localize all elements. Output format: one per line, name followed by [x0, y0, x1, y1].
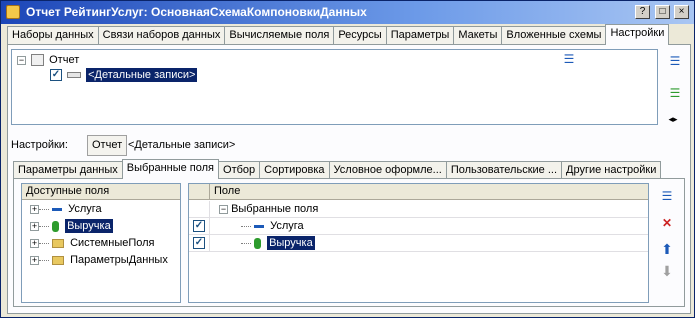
available-field-label: Выручка	[65, 219, 113, 233]
grouping-icon	[67, 72, 82, 79]
tab-data-set-links[interactable]: Связи наборов данных	[97, 26, 226, 45]
report-node-icon	[31, 54, 45, 67]
table-icon[interactable]: ☰	[561, 51, 577, 67]
expand-icon[interactable]: +	[30, 255, 39, 265]
field-column-header[interactable]: Поле	[214, 185, 240, 197]
available-field-label: ПараметрыДанных	[70, 254, 168, 266]
list-item[interactable]: + Выручка	[30, 219, 113, 233]
move-up-icon[interactable]: ⬆	[659, 241, 675, 257]
tree-node-report-label: Отчет	[49, 54, 80, 66]
title-bar[interactable]: Отчет РейтингУслуг: ОсновнаяСхемаКомпоно…	[1, 1, 694, 24]
delete-field-icon[interactable]: ✕	[659, 215, 675, 231]
folder-icon	[52, 238, 64, 248]
tab-user-fields[interactable]: Пользовательские ...	[445, 161, 563, 179]
tab-resources[interactable]: Ресурсы	[333, 26, 387, 45]
schema-tabs: Наборы данных Связи наборов данных Вычис…	[7, 24, 670, 45]
table-row[interactable]: ✓ Выручка	[189, 235, 648, 252]
expand-icon[interactable]: +	[30, 204, 39, 214]
available-field-label: СистемныеПоля	[70, 237, 155, 249]
tab-layouts[interactable]: Макеты	[453, 26, 503, 45]
tab-data-sets[interactable]: Наборы данных	[7, 26, 99, 45]
tab-settings[interactable]: Настройки	[605, 24, 670, 45]
table-row[interactable]: ✓ Услуга	[189, 218, 648, 235]
field-icon	[254, 224, 264, 228]
add-grouping-icon[interactable]: ☰	[667, 53, 683, 69]
add-field-icon[interactable]: ☰	[659, 188, 675, 204]
group-label: Выбранные поля	[231, 203, 319, 215]
tab-data-parameters[interactable]: Параметры данных	[13, 161, 123, 179]
help-button[interactable]: ?	[635, 5, 650, 19]
tree-node-detail-records[interactable]: ✓ <Детальные записи>	[50, 68, 198, 82]
field-icon	[52, 207, 62, 211]
list-item[interactable]: + ПараметрыДанных	[30, 254, 168, 266]
detail-records-checkbox[interactable]: ✓	[50, 69, 62, 82]
close-button[interactable]: ×	[674, 5, 689, 19]
expand-icon[interactable]: +	[30, 238, 39, 248]
collapse-icon[interactable]: −	[17, 55, 26, 65]
move-down-icon[interactable]: ⬇	[659, 263, 675, 279]
settings-current-value: <Детальные записи>	[128, 139, 236, 151]
report-window: Отчет РейтингУслуг: ОсновнаяСхемаКомпоно…	[0, 0, 695, 318]
settings-label: Настройки:	[11, 139, 68, 151]
available-field-label: Услуга	[68, 203, 102, 215]
grid-header: Поле	[189, 184, 648, 200]
report-icon	[6, 5, 20, 19]
tab-other-settings[interactable]: Другие настройки	[561, 161, 662, 179]
expand-icon[interactable]: +	[30, 221, 39, 231]
report-structure-tree[interactable]: − Отчет ✓ <Детальные записи> ☰	[11, 49, 658, 125]
tab-nested-schemas[interactable]: Вложенные схемы	[501, 26, 607, 45]
tab-calculated-fields[interactable]: Вычисляемые поля	[224, 26, 335, 45]
tab-sorting[interactable]: Сортировка	[259, 161, 330, 179]
tab-filter[interactable]: Отбор	[218, 161, 261, 179]
table-row[interactable]: − Выбранные поля	[189, 201, 648, 218]
edit-grouping-icon[interactable]: ☰	[667, 85, 683, 101]
collapse-icon[interactable]: −	[219, 204, 228, 214]
window-title: Отчет РейтингУслуг: ОсновнаяСхемаКомпоно…	[26, 5, 367, 19]
settings-report-button[interactable]: Отчет	[87, 135, 128, 156]
tab-conditional-formatting[interactable]: Условное оформле...	[328, 161, 447, 179]
tree-node-detail-records-label: <Детальные записи>	[86, 68, 198, 82]
maximize-button[interactable]: □	[655, 5, 670, 19]
selected-fields-grid[interactable]: Поле − Выбранные поля ✓ Услуга ✓ Выручка	[188, 183, 649, 303]
selected-field-label: Услуга	[270, 220, 304, 232]
selected-field-label: Выручка	[267, 236, 315, 250]
field-checkbox[interactable]: ✓	[193, 220, 205, 232]
available-fields-list[interactable]: Доступные поля + Услуга + Выручка + Сист…	[21, 183, 181, 303]
tree-node-report[interactable]: − Отчет	[17, 54, 80, 67]
scroll-arrows-icon[interactable]: ◂▸	[665, 111, 681, 127]
list-item[interactable]: + СистемныеПоля	[30, 237, 155, 249]
folder-icon	[52, 255, 64, 265]
field-checkbox[interactable]: ✓	[193, 237, 205, 249]
tab-parameters[interactable]: Параметры	[385, 26, 455, 45]
list-item[interactable]: + Услуга	[30, 203, 102, 215]
available-fields-header: Доступные поля	[22, 184, 180, 200]
tab-selected-fields[interactable]: Выбранные поля	[121, 159, 220, 179]
resource-icon	[52, 220, 59, 232]
settings-tabs: Параметры данных Выбранные поля Отбор Со…	[13, 159, 662, 179]
resource-icon	[254, 237, 261, 249]
